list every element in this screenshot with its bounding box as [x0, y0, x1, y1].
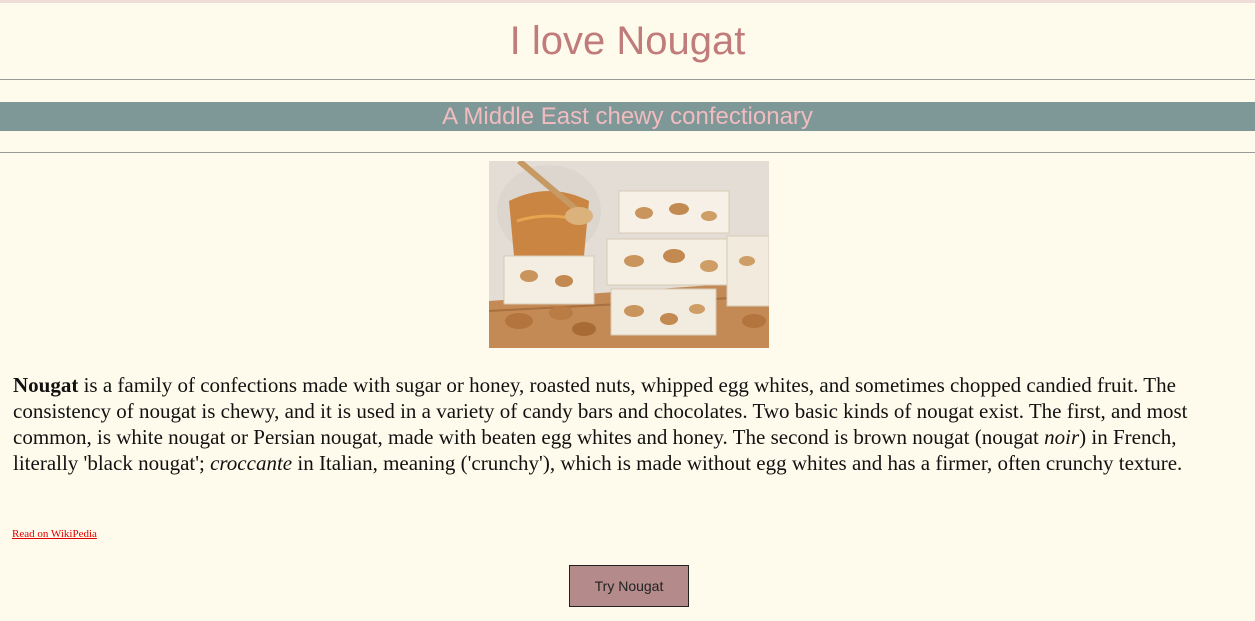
article-paragraph: Nougat is a family of confections made w… [13, 372, 1238, 476]
page-title: I love Nougat [509, 19, 746, 63]
wikipedia-link[interactable]: Read on WikiPedia [12, 528, 97, 540]
divider-bottom [0, 152, 1255, 153]
subtitle-bar: A Middle East chewy confectionary [0, 102, 1255, 131]
nougat-illustration [489, 161, 769, 348]
article-term: Nougat [13, 373, 79, 397]
try-nougat-button[interactable]: Try Nougat [569, 565, 689, 607]
divider-top [0, 79, 1255, 80]
article-noir: noir [1044, 425, 1080, 449]
article-croccante: croccante [210, 451, 293, 475]
article-text-1: is a family of confections made with sug… [13, 373, 1188, 449]
top-strip [0, 0, 1255, 3]
nougat-image [489, 161, 769, 348]
page-subtitle: A Middle East chewy confectionary [442, 103, 813, 130]
article-text-3: in Italian, meaning ('crunchy'), which i… [292, 451, 1183, 475]
